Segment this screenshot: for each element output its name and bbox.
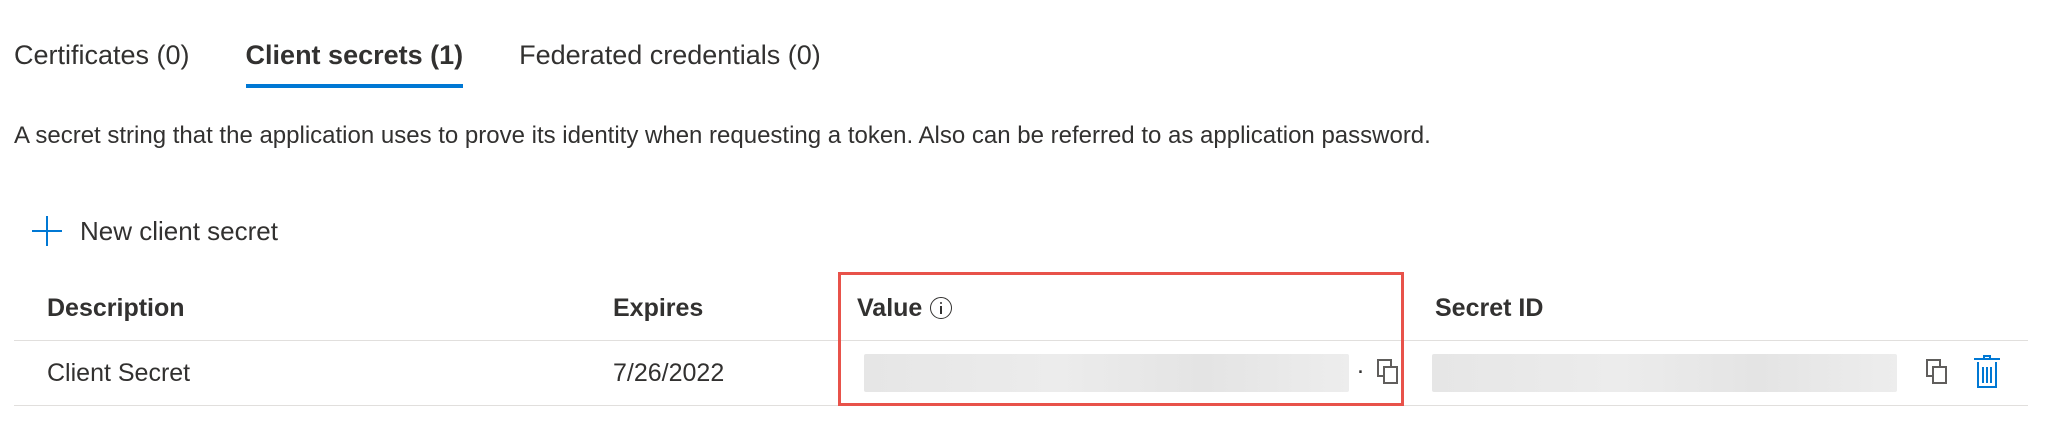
copy-icon[interactable] bbox=[1926, 359, 1948, 385]
table-header-row: Description Expires Value Secret ID bbox=[14, 276, 2028, 341]
header-value: Value bbox=[857, 276, 953, 340]
plus-icon bbox=[30, 214, 64, 248]
header-value-label: Value bbox=[857, 293, 923, 322]
info-icon[interactable] bbox=[930, 297, 953, 319]
redacted-secret-id bbox=[1432, 354, 1897, 392]
credentials-tabs: Certificates (0) Client secrets (1) Fede… bbox=[14, 38, 877, 94]
header-description: Description bbox=[47, 293, 185, 322]
tab-federated-credentials[interactable]: Federated credentials (0) bbox=[519, 38, 821, 88]
copy-icon[interactable] bbox=[1377, 359, 1399, 385]
table-row: Client Secret 7/26/2022 . bbox=[14, 341, 2028, 406]
value-trailing-char: . bbox=[1357, 351, 1364, 379]
header-expires: Expires bbox=[613, 293, 704, 322]
cell-description: Client Secret bbox=[47, 358, 191, 387]
section-description: A secret string that the application use… bbox=[14, 122, 1431, 149]
app-registration-secrets-page: Certificates (0) Client secrets (1) Fede… bbox=[0, 0, 2048, 430]
redacted-value bbox=[864, 354, 1349, 392]
tab-certificates[interactable]: Certificates (0) bbox=[14, 38, 190, 88]
new-client-secret-button[interactable]: New client secret bbox=[30, 214, 278, 248]
cell-expires: 7/26/2022 bbox=[613, 358, 725, 387]
header-secret-id: Secret ID bbox=[1435, 293, 1544, 322]
delete-icon[interactable] bbox=[1974, 355, 2000, 389]
client-secrets-table: Description Expires Value Secret ID Clie… bbox=[14, 276, 2028, 406]
tab-client-secrets[interactable]: Client secrets (1) bbox=[245, 38, 463, 88]
new-client-secret-label: New client secret bbox=[80, 215, 278, 246]
